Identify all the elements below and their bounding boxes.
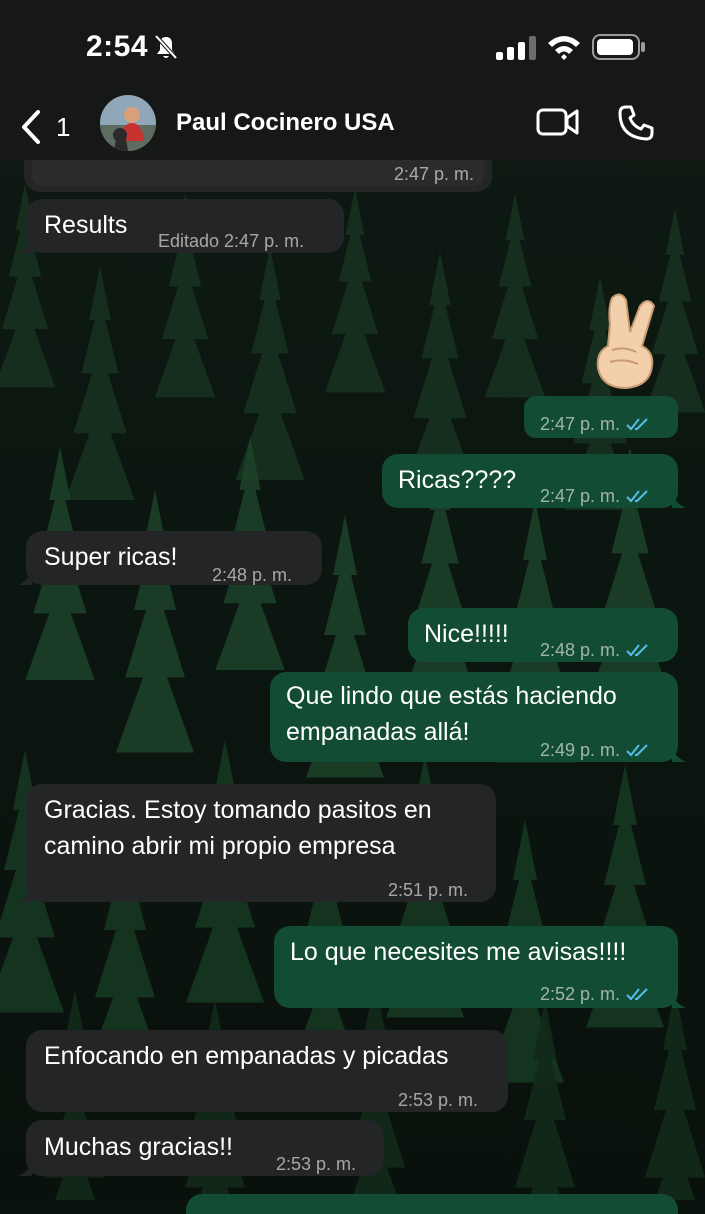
read-receipt-icon [626, 490, 648, 503]
phone-call-icon[interactable] [616, 103, 656, 143]
message-timestamp: 2:48 p. m. [540, 632, 650, 668]
bubble-tail [18, 888, 32, 902]
message-text: Ricas???? [398, 466, 517, 494]
message-text: Nice!!!!! [424, 620, 509, 648]
message-timestamp: 2:51 p. m. [388, 880, 469, 900]
bubble-tail [672, 494, 686, 508]
message-text-line: Gracias. Estoy tomando pasitos en [44, 796, 432, 824]
unread-count: 1 [56, 111, 71, 142]
chat-message-list[interactable]: 2:47 p. m. Results Editado 2:47 p. m. 2:… [0, 0, 705, 1214]
contact-avatar[interactable] [100, 95, 156, 151]
message-text: Super ricas! [44, 543, 178, 571]
message-timestamp: 2:47 p. m. [540, 406, 650, 442]
message-bubble-incoming[interactable]: Results Editado 2:47 p. m. [18, 199, 344, 253]
chat-header: 1 Paul Cocinero USA [0, 95, 705, 160]
message-bubble-incoming[interactable]: Muchas gracias!! 2:53 p. m. [18, 1120, 384, 1176]
message-timestamp: 2:53 p. m. [398, 1090, 479, 1110]
contact-name[interactable]: Paul Cocinero USA [176, 109, 395, 137]
message-timestamp: 2:52 p. m. [540, 976, 650, 1012]
message-timestamp: Editado 2:47 p. m. [158, 231, 305, 251]
read-receipt-icon [626, 744, 648, 757]
message-bubble-incoming[interactable]: Super ricas! 2:48 p. m. [18, 531, 322, 585]
bell-slash-icon [154, 34, 178, 60]
message-text-line: camino abrir mi propio empresa [44, 832, 396, 860]
message-bubble-incoming[interactable]: Enfocando en empanadas y picadas 2:53 p.… [26, 1030, 508, 1112]
message-timestamp: 2:49 p. m. [540, 732, 650, 768]
crossed-fingers-emoji[interactable] [590, 290, 662, 390]
battery-icon [592, 34, 645, 60]
read-receipt-icon [626, 988, 648, 1001]
status-time: 2:54 [86, 30, 149, 63]
back-button[interactable]: 1 [14, 105, 84, 149]
message-bubble-outgoing[interactable]: Nice!!!!! 2:48 p. m. [408, 608, 678, 662]
cellular-signal-icon [496, 36, 536, 60]
bubble-tail [18, 571, 32, 585]
message-bubble-outgoing[interactable]: Ricas???? 2:47 p. m. [382, 454, 686, 508]
message-bubble-outgoing[interactable]: Que lindo que estás haciendo empanadas a… [270, 672, 686, 762]
chevron-left-icon [22, 110, 40, 144]
message-text-line: empanadas allá! [286, 718, 470, 746]
bubble-tail [672, 994, 686, 1008]
message-text-line: Que lindo que estás haciendo [286, 682, 617, 710]
message-timestamp: 2:53 p. m. [276, 1154, 357, 1174]
read-receipt-icon [626, 644, 648, 657]
message-timestamp: 2:48 p. m. [212, 565, 293, 585]
message-timestamp: 2:47 p. m. [393, 164, 474, 184]
message-bubble-outgoing-partial[interactable] [186, 1194, 678, 1214]
read-receipt-icon [626, 418, 648, 431]
message-text: Results [44, 211, 128, 239]
video-call-icon[interactable] [536, 105, 580, 139]
bubble-tail [672, 748, 686, 762]
message-bubble-incoming[interactable]: Gracias. Estoy tomando pasitos en camino… [18, 784, 496, 902]
bubble-tail [18, 1162, 32, 1176]
bubble-tail [18, 239, 32, 253]
message-text: Enfocando en empanadas y picadas [44, 1042, 449, 1070]
message-text: Muchas gracias!! [44, 1133, 233, 1161]
status-bar: 2:54 [0, 0, 705, 95]
message-text: Lo que necesites me avisas!!!! [290, 938, 627, 966]
message-timestamp: 2:47 p. m. [540, 478, 650, 514]
message-meta-outgoing-emoji[interactable]: 2:47 p. m. [524, 396, 678, 438]
message-bubble-outgoing[interactable]: Lo que necesites me avisas!!!! 2:52 p. m… [274, 926, 686, 1008]
wifi-icon [548, 36, 580, 60]
